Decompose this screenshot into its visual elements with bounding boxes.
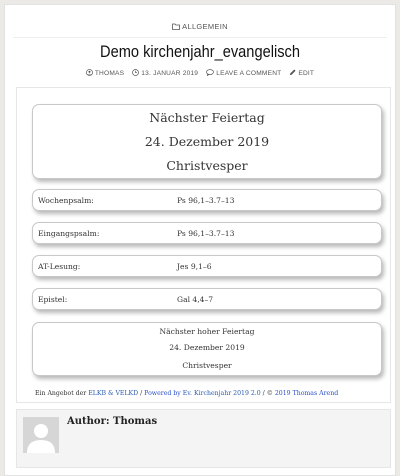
post-category[interactable]: ALLGEMEIN — [5, 22, 395, 32]
next-holiday-heading: Nächster Feiertag — [149, 110, 265, 125]
reading-label: AT-Lesung: — [38, 262, 81, 271]
meta-date[interactable]: 13. JANUAR 2019 — [132, 69, 200, 77]
next-high-holiday-date: 24. Dezember 2019 — [169, 343, 245, 352]
powered-by-link[interactable]: Powered by — [144, 390, 181, 397]
category-label[interactable]: ALLGEMEIN — [182, 22, 228, 31]
author-title: Author: Thomas — [67, 416, 158, 427]
credits-prefix: Ein Angebot der — [35, 390, 89, 397]
reading-row-epistel: Epistel: Gal 4,4–7 — [32, 288, 382, 310]
pencil-icon — [290, 69, 296, 76]
post-meta: THOMAS 13. JANUAR 2019 LEAVE A COMMENT E… — [5, 69, 395, 77]
reading-value: Ps 96,1–3.7–13 — [177, 196, 235, 205]
author-box: Author: Thomas — [16, 409, 391, 468]
next-holiday-card: Nächster Feiertag 24. Dezember 2019 Chri… — [32, 104, 382, 179]
next-high-holiday-heading: Nächster hoher Feiertag — [159, 327, 255, 336]
reading-row-wochenpsalm: Wochenpsalm: Ps 96,1–3.7–13 — [32, 189, 382, 211]
meta-comment-label[interactable]: LEAVE A COMMENT — [216, 70, 281, 77]
divider — [13, 37, 387, 38]
comment-icon — [206, 69, 215, 77]
avatar — [23, 417, 59, 453]
reading-row-at-lesung: AT-Lesung: Jes 9,1–6 — [32, 255, 382, 277]
meta-date-label[interactable]: 13. JANUAR 2019 — [141, 70, 198, 77]
meta-author[interactable]: THOMAS — [85, 69, 126, 77]
folder-icon — [172, 23, 181, 32]
elkb-velkd-link[interactable]: ELKB & VELKD — [88, 390, 138, 397]
reading-value: Gal 4,4–7 — [177, 295, 214, 304]
kirchenjahr-link[interactable]: Ev. Kirchenjahr 2019 2.0 — [181, 390, 261, 397]
page: ALLGEMEIN Demo kirchenjahr_evangelisch T… — [4, 4, 396, 476]
clock-icon — [132, 69, 140, 76]
copyright-separator: / © — [260, 390, 275, 397]
meta-edit-label[interactable]: EDIT — [298, 70, 314, 77]
meta-comment[interactable]: LEAVE A COMMENT — [206, 69, 283, 77]
reading-row-eingangspsalm: Eingangspsalm: Ps 96,1–3.7–13 — [32, 222, 382, 244]
page-title: Demo kirchenjahr_evangelisch — [100, 42, 300, 61]
next-high-holiday-card: Nächster hoher Feiertag 24. Dezember 201… — [32, 322, 382, 376]
next-high-holiday-name: Christvesper — [182, 361, 232, 370]
reading-label: Epistel: — [38, 295, 68, 304]
next-holiday-date: 24. Dezember 2019 — [144, 134, 270, 149]
credits-line: Ein Angebot der ELKB & VELKD / Powered b… — [35, 390, 338, 397]
reading-value: Jes 9,1–6 — [177, 262, 212, 271]
meta-author-label[interactable]: THOMAS — [95, 70, 124, 77]
reading-value: Ps 96,1–3.7–13 — [177, 229, 235, 238]
next-holiday-name: Christvesper — [166, 158, 248, 173]
reading-label: Wochenpsalm: — [38, 196, 94, 205]
meta-edit[interactable]: EDIT — [289, 69, 314, 77]
author-site-link[interactable]: 2019 Thomas Arend — [275, 390, 338, 397]
reading-label: Eingangspsalm: — [38, 229, 100, 238]
user-icon — [85, 69, 93, 76]
content-box: Nächster Feiertag 24. Dezember 2019 Chri… — [16, 87, 391, 403]
